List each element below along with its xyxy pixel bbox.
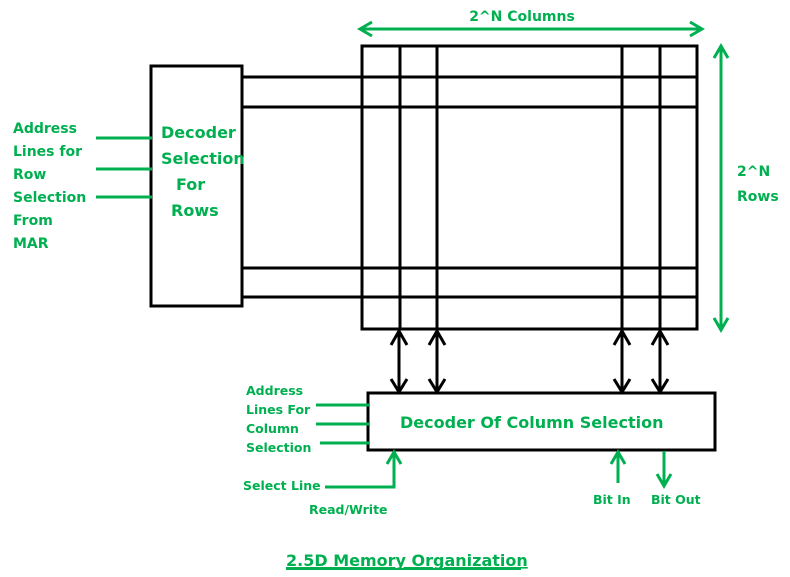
row-decoder-label-4: Rows [171,201,219,220]
bit-out-arrow [655,451,673,489]
select-line-label: Select Line [243,478,321,493]
read-write-label: Read/Write [309,502,388,517]
row-decoder-label-2: Selection [161,149,245,168]
column-address-label-2: Lines For [246,402,311,417]
bit-out-label: Bit Out [651,492,701,507]
bidirectional-arrows [389,327,670,395]
row-address-label-1: Address [13,121,77,137]
rows-label-line2: Rows [737,189,779,205]
diagram-title: 2.5D Memory Organization [286,551,528,570]
column-address-label-3: Column [246,421,299,436]
bit-in-arrow [609,449,627,483]
row-address-lines [96,136,152,199]
columns-label: 2^N Columns [469,9,575,25]
row-address-label-2: Lines for [13,144,82,160]
bidirectional-arrow [612,327,632,395]
bidirectional-arrow [650,327,670,395]
select-line-arrow [325,449,403,489]
memory-organization-diagram: 2^N Columns 2^N Rows Decoder Selection F… [13,9,779,570]
bit-in-label: Bit In [593,492,631,507]
bidirectional-arrow [389,327,409,395]
row-decoder-label-3: For [176,175,205,194]
memory-array-border [360,44,699,331]
memory-array [242,44,699,331]
column-address-lines [316,403,369,445]
bidirectional-arrow [427,327,447,395]
row-address-label-3: Row [13,167,46,183]
row-decoder-label-1: Decoder [161,123,236,142]
row-address-label-5: From [13,213,53,229]
column-address-label-4: Selection [246,440,311,455]
rows-arrow [712,43,730,333]
rows-label-line1: 2^N [737,164,770,180]
row-address-label-4: Selection [13,190,86,206]
row-address-label-6: MAR [13,236,49,252]
column-decoder-label: Decoder Of Column Selection [400,413,663,432]
column-address-label-1: Address [246,383,303,398]
